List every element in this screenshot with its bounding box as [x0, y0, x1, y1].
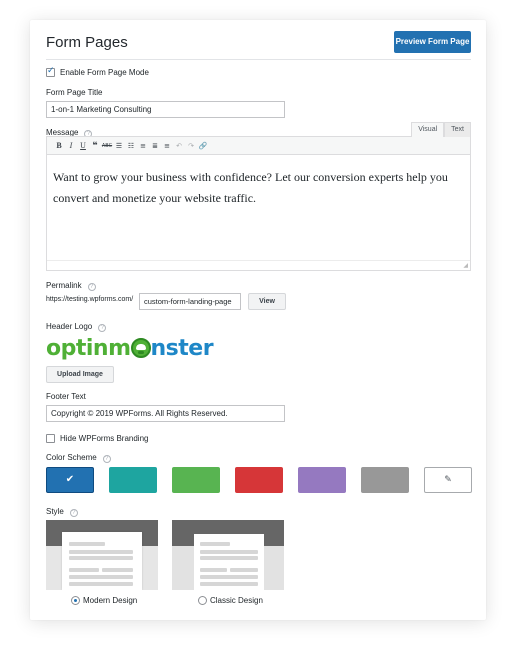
underline-icon[interactable]: U: [77, 139, 89, 153]
thumb-line: [200, 568, 227, 572]
color-scheme-label: Color Scheme?: [46, 453, 111, 463]
redo-icon[interactable]: ↷: [185, 139, 197, 153]
undo-icon[interactable]: ↶: [173, 139, 185, 153]
style-help-icon[interactable]: ?: [69, 509, 78, 517]
footer-text-input[interactable]: Copyright © 2019 WPForms. All Rights Res…: [46, 405, 285, 422]
classic-design-label: Classic Design: [210, 596, 263, 605]
monster-mascot-icon: [130, 338, 151, 358]
thumb-line: [69, 550, 133, 554]
modern-design-label: Modern Design: [83, 596, 138, 605]
link-icon[interactable]: 🔗: [197, 139, 209, 153]
thumb-card: [62, 532, 142, 590]
title-divider: [46, 59, 471, 60]
enable-form-page-mode-checkbox[interactable]: [46, 66, 55, 77]
color-swatch-red[interactable]: [235, 467, 283, 493]
modern-design-radio[interactable]: [71, 596, 80, 605]
permalink-label: Permalink?: [46, 281, 96, 291]
thumb-line: [200, 575, 258, 579]
thumb-line: [69, 556, 133, 560]
tab-text[interactable]: Text: [444, 122, 471, 137]
permalink-slug-input[interactable]: custom-form-landing-page: [139, 293, 241, 310]
view-button[interactable]: View: [248, 293, 286, 310]
thumb-line: [102, 568, 133, 572]
editor-statusbar: ◢: [47, 260, 470, 270]
numbered-list-icon[interactable]: ☷: [125, 139, 137, 153]
thumb-line: [200, 550, 258, 554]
resize-handle-icon[interactable]: ◢: [463, 262, 468, 269]
enable-form-page-mode-label: Enable Form Page Mode: [60, 68, 149, 77]
hide-branding-checkbox[interactable]: [46, 434, 55, 443]
eyedropper-icon: ✎: [444, 475, 452, 485]
color-scheme-help-icon[interactable]: ?: [102, 455, 111, 463]
strikethrough-icon[interactable]: ABC: [101, 139, 113, 153]
classic-design-thumbnail[interactable]: [172, 520, 284, 590]
align-left-icon[interactable]: ≡: [137, 139, 149, 153]
header-logo-label: Header Logo?: [46, 322, 107, 332]
thumb-line: [200, 556, 258, 560]
bullet-list-icon[interactable]: ☰: [113, 139, 125, 153]
thumb-line: [69, 568, 99, 572]
check-icon: ✔: [65, 474, 75, 485]
header-logo-image: optinm nster: [46, 336, 214, 361]
thumb-line: [69, 542, 105, 546]
color-swatch-teal[interactable]: [109, 467, 157, 493]
form-page-title-label: Form Page Title: [46, 88, 103, 97]
permalink-help-icon[interactable]: ?: [87, 283, 96, 291]
color-swatch-blue[interactable]: ✔: [46, 467, 94, 493]
message-body[interactable]: Want to grow your business with confiden…: [47, 155, 470, 209]
thumb-card: [194, 534, 264, 590]
style-label: Style?: [46, 507, 78, 517]
thumb-line: [69, 575, 133, 579]
italic-icon[interactable]: I: [65, 139, 77, 153]
thumb-line: [230, 568, 258, 572]
color-swatch-purple[interactable]: [298, 467, 346, 493]
bold-icon[interactable]: B: [53, 139, 65, 153]
align-right-icon[interactable]: ≡: [161, 139, 173, 153]
color-swatch-grey[interactable]: [361, 467, 409, 493]
footer-text-label: Footer Text: [46, 392, 86, 401]
upload-image-button[interactable]: Upload Image: [46, 366, 114, 383]
custom-color-picker[interactable]: ✎: [424, 467, 472, 493]
modern-design-thumbnail[interactable]: [46, 520, 158, 590]
classic-design-radio[interactable]: [198, 596, 207, 605]
message-editor: Visual Text B I U ❝ ABC ☰ ☷ ≡ ≣ ≡ ↶ ↷ 🔗 …: [46, 122, 471, 271]
thumb-line: [200, 582, 258, 586]
permalink-prefix: https://testing.wpforms.com/: [46, 296, 134, 303]
thumb-line: [200, 542, 230, 546]
editor-toolbar: B I U ❝ ABC ☰ ☷ ≡ ≣ ≡ ↶ ↷ 🔗: [47, 137, 470, 155]
blockquote-icon[interactable]: ❝: [89, 139, 101, 153]
thumb-line: [69, 582, 133, 586]
editor-tabs: Visual Text: [411, 122, 471, 137]
hide-branding-label: Hide WPForms Branding: [60, 434, 149, 443]
page-title: Form Pages: [46, 34, 128, 51]
form-page-title-input[interactable]: 1-on-1 Marketing Consulting: [46, 101, 285, 118]
tab-visual[interactable]: Visual: [411, 122, 445, 137]
form-pages-panel: Form Pages Preview Form Page Enable Form…: [30, 20, 486, 620]
header-logo-help-icon[interactable]: ?: [98, 324, 107, 332]
align-center-icon[interactable]: ≣: [149, 139, 161, 153]
color-swatch-green[interactable]: [172, 467, 220, 493]
preview-form-page-button[interactable]: Preview Form Page: [394, 31, 471, 53]
